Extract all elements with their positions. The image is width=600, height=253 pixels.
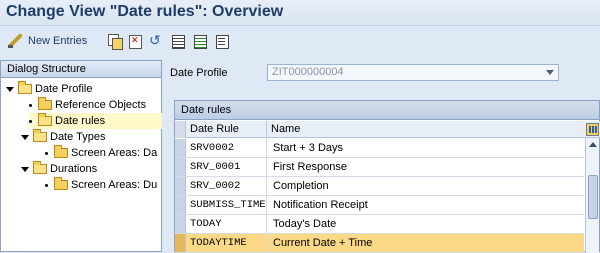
cell-date-rule: SRV_0001	[186, 158, 267, 176]
tree-item-label: Reference Objects	[55, 99, 147, 111]
tree-item-label: Date rules	[55, 115, 106, 127]
undo-button[interactable]	[149, 32, 163, 50]
cell-name: Current Date + Time	[273, 237, 373, 249]
title-bar: Change View "Date rules": Overview	[0, 0, 600, 26]
table-row[interactable]: SRV_0002 Completion	[175, 177, 584, 196]
tree-item-date-profile[interactable]: Date Profile	[6, 81, 92, 97]
scroll-up-icon[interactable]	[589, 142, 597, 147]
row-selector[interactable]	[175, 234, 186, 252]
tree-item-label: Durations	[50, 163, 98, 175]
date-profile-select[interactable]: ZIT000000004	[267, 64, 559, 81]
row-selector[interactable]	[175, 177, 186, 195]
select-all-icon	[171, 34, 185, 49]
folder-icon	[54, 177, 68, 190]
cell-name: Completion	[273, 180, 329, 192]
pencil-icon	[8, 34, 22, 48]
table-row[interactable]: TODAY Today's Date	[175, 215, 584, 234]
dialog-structure-panel: Dialog Structure Date Profile Reference …	[0, 60, 162, 252]
copy-icon	[108, 34, 123, 50]
select-all-rows-cell[interactable]	[175, 121, 186, 138]
expand-arrow-icon[interactable]	[21, 166, 29, 172]
cell-date-rule: SRV_0002	[186, 177, 267, 195]
folder-icon	[54, 145, 68, 158]
cell-name: Notification Receipt	[273, 199, 368, 211]
tree-item-label: Screen Areas: Da	[71, 147, 158, 159]
table-title: Date rules	[175, 101, 599, 120]
deselect-all-icon	[215, 34, 229, 49]
main-content: Date Profile ZIT000000004 Date rules Dat…	[166, 60, 600, 253]
new-entries-button[interactable]: New Entries	[8, 32, 87, 50]
table-settings-icon[interactable]	[586, 123, 599, 136]
date-profile-label: Date Profile	[170, 67, 228, 79]
dialog-structure-header: Dialog Structure	[1, 61, 161, 78]
tree-item-reference-objects[interactable]: Reference Objects	[29, 97, 146, 113]
expand-arrow-icon[interactable]	[21, 134, 29, 140]
folder-open-icon	[38, 113, 52, 126]
column-header-name[interactable]: Name	[267, 121, 584, 138]
tree-item-durations[interactable]: Durations	[21, 161, 97, 177]
cell-date-rule: TODAYTIME	[186, 234, 267, 252]
date-rules-table: Date rules Date Rule Name SRV0002 Start …	[174, 100, 600, 253]
table-row[interactable]: SRV0002 Start + 3 Days	[175, 139, 584, 158]
select-all-button[interactable]	[171, 32, 185, 50]
tree-item-date-types[interactable]: Date Types	[21, 129, 105, 145]
row-selector[interactable]	[175, 139, 186, 157]
cell-name: Today's Date	[273, 218, 337, 230]
cell-name: First Response	[273, 161, 347, 173]
row-selector[interactable]	[175, 196, 186, 214]
date-profile-value: ZIT000000004	[272, 66, 344, 78]
bullet-icon	[29, 119, 32, 123]
bullet-icon	[45, 183, 48, 187]
folder-open-icon	[33, 161, 47, 174]
scroll-thumb[interactable]	[588, 175, 598, 219]
folder-open-icon	[33, 129, 47, 142]
select-block-icon	[193, 34, 207, 49]
delete-button[interactable]	[128, 32, 142, 50]
expand-arrow-icon[interactable]	[6, 86, 14, 92]
tree-item-label: Date Types	[50, 131, 106, 143]
folder-open-icon	[18, 81, 32, 94]
delete-icon	[128, 34, 142, 49]
bullet-icon	[45, 151, 48, 155]
tree-item-label: Screen Areas: Du	[71, 179, 158, 191]
table-row-highlighted[interactable]: TODAYTIME Current Date + Time	[175, 234, 584, 253]
table-header: Date Rule Name	[175, 121, 600, 138]
tree-item-date-rules[interactable]: Date rules	[29, 113, 162, 129]
bullet-icon	[29, 103, 32, 107]
chevron-down-icon[interactable]	[546, 70, 554, 75]
select-block-button[interactable]	[193, 32, 207, 50]
page-title: Change View "Date rules": Overview	[6, 3, 284, 20]
column-header-date-rule[interactable]: Date Rule	[186, 121, 267, 138]
table-row[interactable]: SRV_0001 First Response	[175, 158, 584, 177]
copy-button[interactable]	[108, 32, 123, 50]
tree-item-label: Date Profile	[35, 83, 93, 95]
row-selector[interactable]	[175, 158, 186, 176]
undo-icon	[149, 32, 163, 49]
row-selector[interactable]	[175, 215, 186, 233]
vertical-scrollbar[interactable]	[585, 138, 599, 253]
tree-item-screen-areas-du[interactable]: Screen Areas: Du	[45, 177, 157, 193]
deselect-all-button[interactable]	[215, 32, 229, 50]
table-row[interactable]: SUBMISS_TIME Notification Receipt	[175, 196, 584, 215]
cell-date-rule: SUBMISS_TIME	[186, 196, 267, 214]
cell-name: Start + 3 Days	[273, 142, 344, 154]
cell-date-rule: SRV0002	[186, 139, 267, 157]
new-entries-label: New Entries	[28, 35, 88, 47]
folder-icon	[38, 97, 52, 110]
application-toolbar: New Entries	[0, 27, 600, 55]
tree-item-screen-areas-da[interactable]: Screen Areas: Da	[45, 145, 157, 161]
cell-date-rule: TODAY	[186, 215, 267, 233]
